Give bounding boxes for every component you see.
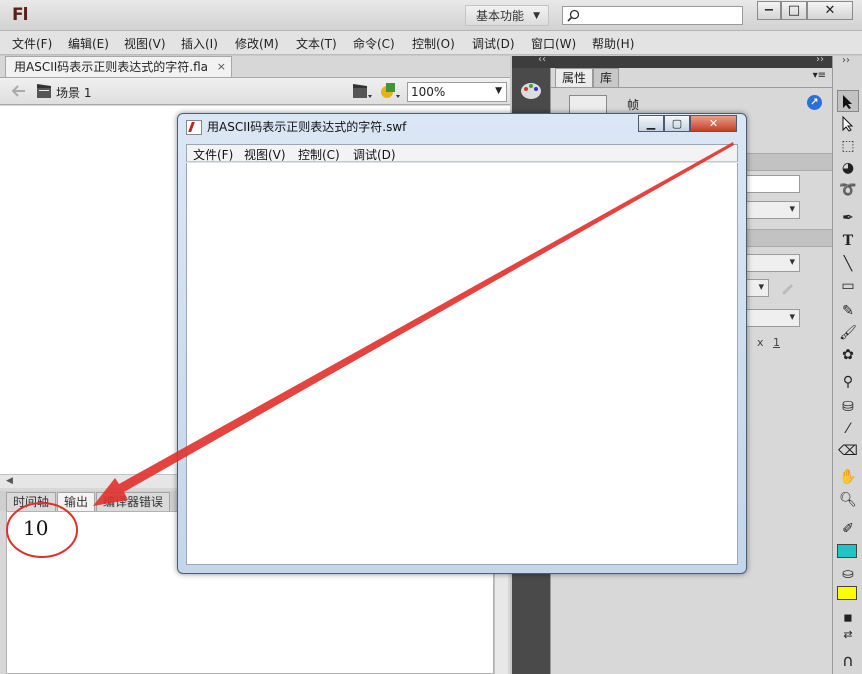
menu-commands[interactable]: 命令(C) — [353, 35, 395, 52]
tools-panel: ›› ⬚ ◕ ➰ ✒ T ╲ ▭ ✎ 🖌 ✿ ⚲ ⛁ ⁄ ⌫ ✋ 🔍︎ ✐ ⛀ … — [832, 55, 862, 674]
deco-tool-icon[interactable]: ✿ — [837, 344, 859, 366]
flash-player-icon — [186, 120, 202, 135]
swf-close-button[interactable]: ✕ — [690, 115, 737, 132]
edit-scene-icon[interactable] — [352, 82, 374, 100]
back-arrow-icon[interactable] — [12, 85, 26, 97]
stroke-color-swatch[interactable] — [837, 544, 857, 558]
swf-maximize-button[interactable]: ▢ — [664, 115, 690, 132]
swf-menu-file[interactable]: 文件(F) — [193, 146, 233, 163]
swf-window-title: 用ASCII码表示正则表达式的字符.swf — [207, 120, 407, 134]
panel-divider — [551, 87, 833, 88]
scroll-left-icon[interactable]: ◀ — [6, 476, 13, 486]
menu-control[interactable]: 控制(O) — [412, 35, 455, 52]
chevron-down-icon: ▼ — [533, 11, 540, 21]
free-transform-tool-icon[interactable]: ⬚ — [837, 135, 859, 157]
menu-bar: 文件(F) 编辑(E) 视图(V) 插入(I) 修改(M) 文本(T) 命令(C… — [0, 31, 862, 55]
menu-text[interactable]: 文本(T) — [296, 35, 337, 52]
edit-symbols-icon[interactable] — [380, 81, 402, 101]
tab-compiler-errors[interactable]: 编译器错误 — [96, 492, 171, 511]
zoom-value: 100% — [411, 85, 446, 99]
minimize-button[interactable]: − — [757, 1, 781, 20]
text-tool-icon[interactable]: T — [837, 230, 859, 252]
fill-color-icon[interactable]: ⛀ — [837, 563, 859, 585]
snap-to-objects-icon[interactable]: ∩ — [837, 650, 859, 672]
swf-menu-bar: 文件(F) 视图(V) 控制(C) 调试(D) — [186, 144, 738, 162]
subselection-tool-icon[interactable] — [837, 113, 859, 135]
swf-player-window: 用ASCII码表示正则表达式的字符.swf ▁ ▢ ✕ 文件(F) 视图(V) … — [177, 113, 747, 574]
frame-type-label: 帧 — [627, 98, 640, 112]
selection-tool-icon[interactable] — [837, 90, 859, 112]
close-button[interactable]: ✕ — [807, 1, 853, 20]
eyedropper-tool-icon[interactable]: ⁄ — [837, 418, 859, 440]
swap-colors-icon[interactable]: ⇄ — [837, 624, 859, 646]
application-title-bar: Fl 基本功能 ▼ − □ ✕ — [0, 0, 862, 31]
chevron-down-icon: ▼ — [495, 86, 502, 96]
line-tool-icon[interactable]: ╲ — [837, 253, 859, 275]
collapse-left-icon[interactable]: ‹‹ — [538, 54, 546, 65]
workspace-switcher[interactable]: 基本功能 ▼ — [465, 5, 549, 26]
swf-menu-view[interactable]: 视图(V) — [244, 146, 286, 163]
scene-label[interactable]: 场景 1 — [56, 84, 91, 101]
document-tab[interactable]: 用ASCII码表示正则表达式的字符.fla × — [5, 56, 232, 77]
workspace-label: 基本功能 — [476, 9, 525, 23]
tab-library[interactable]: 库 — [593, 68, 620, 87]
panel-menu-icon[interactable]: ▾≡ — [813, 70, 826, 81]
lasso-tool-icon[interactable]: ➰ — [837, 179, 859, 201]
zoom-select[interactable]: 100% ▼ — [407, 82, 507, 102]
rectangle-tool-icon[interactable]: ▭ — [837, 275, 859, 297]
paint-bucket-tool-icon[interactable]: ⛁ — [837, 396, 859, 418]
edit-pencil-icon[interactable] — [779, 280, 795, 296]
swf-minimize-button[interactable]: ▁ — [638, 115, 664, 132]
close-tab-icon[interactable]: × — [217, 57, 226, 77]
3d-rotation-tool-icon[interactable]: ◕ — [837, 157, 859, 179]
edit-bar: 场景 1 100% ▼ — [0, 77, 510, 105]
hand-tool-icon[interactable]: ✋ — [837, 466, 859, 488]
collapse-right-icon[interactable]: ›› — [816, 54, 824, 65]
maximize-button[interactable]: □ — [781, 1, 807, 20]
fill-color-swatch[interactable] — [837, 586, 857, 600]
help-search-input[interactable] — [562, 6, 743, 25]
repeat-x-label: x — [757, 336, 764, 349]
document-tab-title: 用ASCII码表示正则表达式的字符.fla — [14, 60, 209, 74]
zoom-tool-icon[interactable]: 🔍︎ — [837, 489, 859, 511]
search-icon — [567, 9, 580, 22]
swf-menu-debug[interactable]: 调试(D) — [353, 146, 396, 163]
menu-help[interactable]: 帮助(H) — [592, 35, 634, 52]
brush-tool-icon[interactable]: 🖌 — [837, 322, 859, 344]
tab-properties[interactable]: 属性 — [555, 68, 594, 87]
menu-file[interactable]: 文件(F) — [12, 35, 52, 52]
color-palette-icon[interactable] — [520, 80, 542, 100]
menu-insert[interactable]: 插入(I) — [181, 35, 218, 52]
pencil-tool-icon[interactable]: ✎ — [837, 300, 859, 322]
tab-output[interactable]: 输出 — [57, 492, 96, 511]
eraser-tool-icon[interactable]: ⌫ — [837, 440, 859, 462]
menu-debug[interactable]: 调试(D) — [472, 35, 515, 52]
menu-window[interactable]: 窗口(W) — [531, 35, 576, 52]
output-value: 10 — [23, 516, 49, 540]
menu-view[interactable]: 视图(V) — [124, 35, 166, 52]
pen-tool-icon[interactable]: ✒ — [837, 207, 859, 229]
bone-tool-icon[interactable]: ⚲ — [837, 371, 859, 393]
tools-collapse-icon[interactable]: ›› — [842, 55, 850, 66]
panel-group-header: ‹‹ ›› — [512, 54, 832, 68]
flash-logo: Fl — [12, 5, 28, 25]
help-icon[interactable]: ↗ — [807, 95, 822, 110]
scene-clapper-icon — [37, 84, 51, 98]
stroke-color-icon[interactable]: ✐ — [837, 518, 859, 540]
swf-menu-control[interactable]: 控制(C) — [298, 146, 340, 163]
tab-timeline[interactable]: 时间轴 — [6, 492, 57, 511]
menu-edit[interactable]: 编辑(E) — [68, 35, 109, 52]
swf-content-area[interactable] — [186, 163, 738, 565]
repeat-count-value[interactable]: 1 — [773, 336, 780, 349]
menu-modify[interactable]: 修改(M) — [235, 35, 279, 52]
